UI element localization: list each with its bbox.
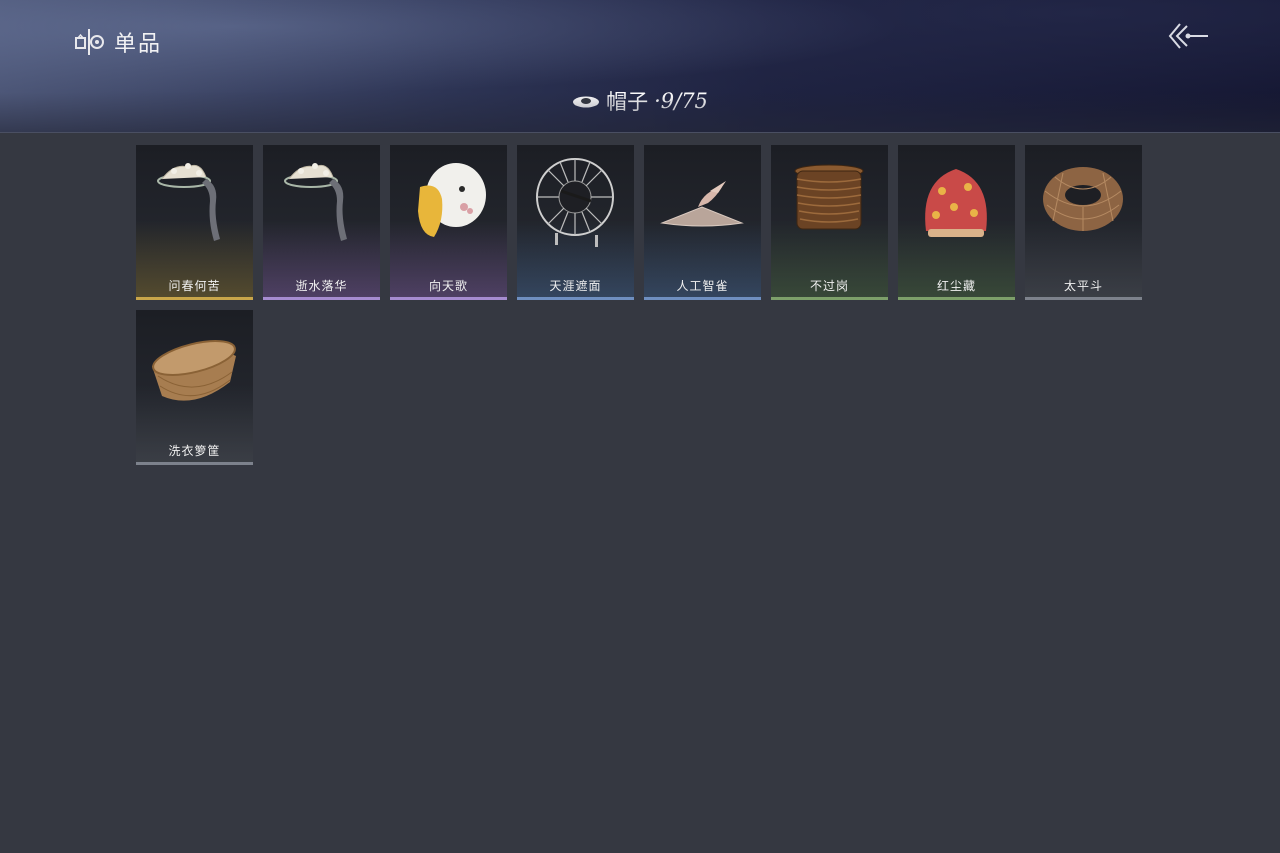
item-card[interactable]: 人工智雀 [644,145,761,300]
item-name: 太平斗 [1063,279,1103,293]
hat-icon [573,96,600,108]
item-name: 向天歌 [428,279,468,293]
rarity-bar [136,462,253,465]
rarity-bar [517,297,634,300]
red-hood-icon [925,169,987,237]
page-title: 单品 [114,32,163,57]
stacked-bowls-icon [794,164,864,230]
item-card[interactable]: 问春何苦 [136,145,253,300]
item-name: 问春何苦 [168,279,221,293]
back-arrow-icon[interactable] [1166,20,1210,52]
header-banner: 单品 帽子 ·9/75 [0,0,1280,133]
item-card[interactable]: 不过岗 [771,145,888,300]
category-label: 帽子 [606,90,649,114]
rarity-bar [1025,297,1142,300]
item-card[interactable]: 逝水落华 [263,145,380,300]
duck-hood-icon [418,163,486,237]
wardrobe-icon [75,29,104,55]
item-card[interactable]: 太平斗 [1025,145,1142,300]
rarity-bar [771,297,888,300]
flower-hat-veil-icon [284,163,347,241]
item-name: 不过岗 [809,279,849,293]
rarity-bar [263,297,380,300]
category-count: ·9/75 [654,89,708,113]
bird-hat-icon [660,181,744,227]
laundry-basket-icon [152,340,236,401]
rarity-bar [390,297,507,300]
item-name: 逝水落华 [295,279,348,293]
flower-hat-veil-icon [157,163,220,241]
item-name: 洗衣箩筐 [168,444,221,458]
item-name: 天涯遮面 [549,279,602,293]
title-group: 单品 [74,26,162,58]
rarity-bar [644,297,761,300]
item-card[interactable]: 洗衣箩筐 [136,310,253,465]
item-name: 人工智雀 [676,279,729,293]
item-card[interactable]: 天涯遮面 [517,145,634,300]
rarity-bar [898,297,1015,300]
category-title: 帽子 ·9/75 [0,86,1280,116]
item-card[interactable]: 红尘藏 [898,145,1015,300]
item-name: 红尘藏 [936,279,976,293]
wheel-hat-icon [536,158,614,247]
item-card[interactable]: 向天歌 [390,145,507,300]
woven-basket-hat-icon [1043,167,1123,231]
rarity-bar [136,297,253,300]
